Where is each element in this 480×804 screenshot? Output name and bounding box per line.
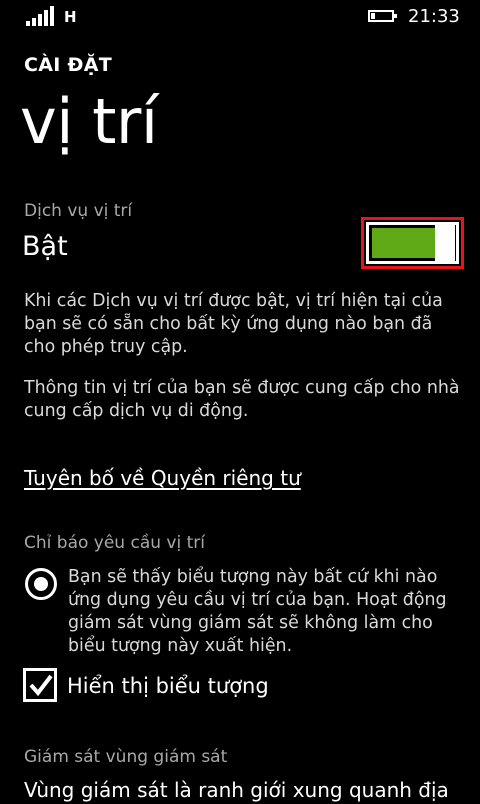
toggle-thumb (435, 222, 455, 264)
clock: 21:33 (408, 6, 460, 27)
checkmark-icon (29, 674, 53, 697)
toggle-track (372, 228, 435, 258)
location-service-toggle[interactable] (366, 222, 459, 264)
geofence-label: Giám sát vùng giám sát (24, 747, 228, 767)
indicator-dot (34, 577, 48, 591)
page-title: vị trí (20, 85, 158, 158)
indicator-description: Bạn sẽ thấy biểu tượng này bất cứ khi nà… (68, 567, 447, 656)
network-type: H (64, 8, 77, 26)
section-header: CÀI ĐẶT (24, 54, 113, 76)
location-description: Khi các Dịch vụ vị trí được bật, vị trí … (24, 291, 443, 357)
show-icon-checkbox[interactable] (23, 668, 57, 702)
status-bar: H 21:33 (0, 0, 480, 34)
show-icon-label[interactable]: Hiển thị biểu tượng (67, 672, 269, 700)
location-service-value: Bật (22, 231, 68, 262)
battery-icon (368, 10, 397, 22)
signal-strength-icon (26, 6, 56, 26)
location-indicator-label: Chỉ báo yêu cầu vị trí (24, 533, 205, 553)
carrier-description: Thông tin vị trí của bạn sẽ được cung cấ… (24, 378, 460, 421)
privacy-statement-link[interactable]: Tuyên bố về Quyền riêng tư (24, 465, 301, 491)
location-service-label: Dịch vụ vị trí (24, 201, 133, 221)
location-indicator-icon (25, 568, 57, 600)
